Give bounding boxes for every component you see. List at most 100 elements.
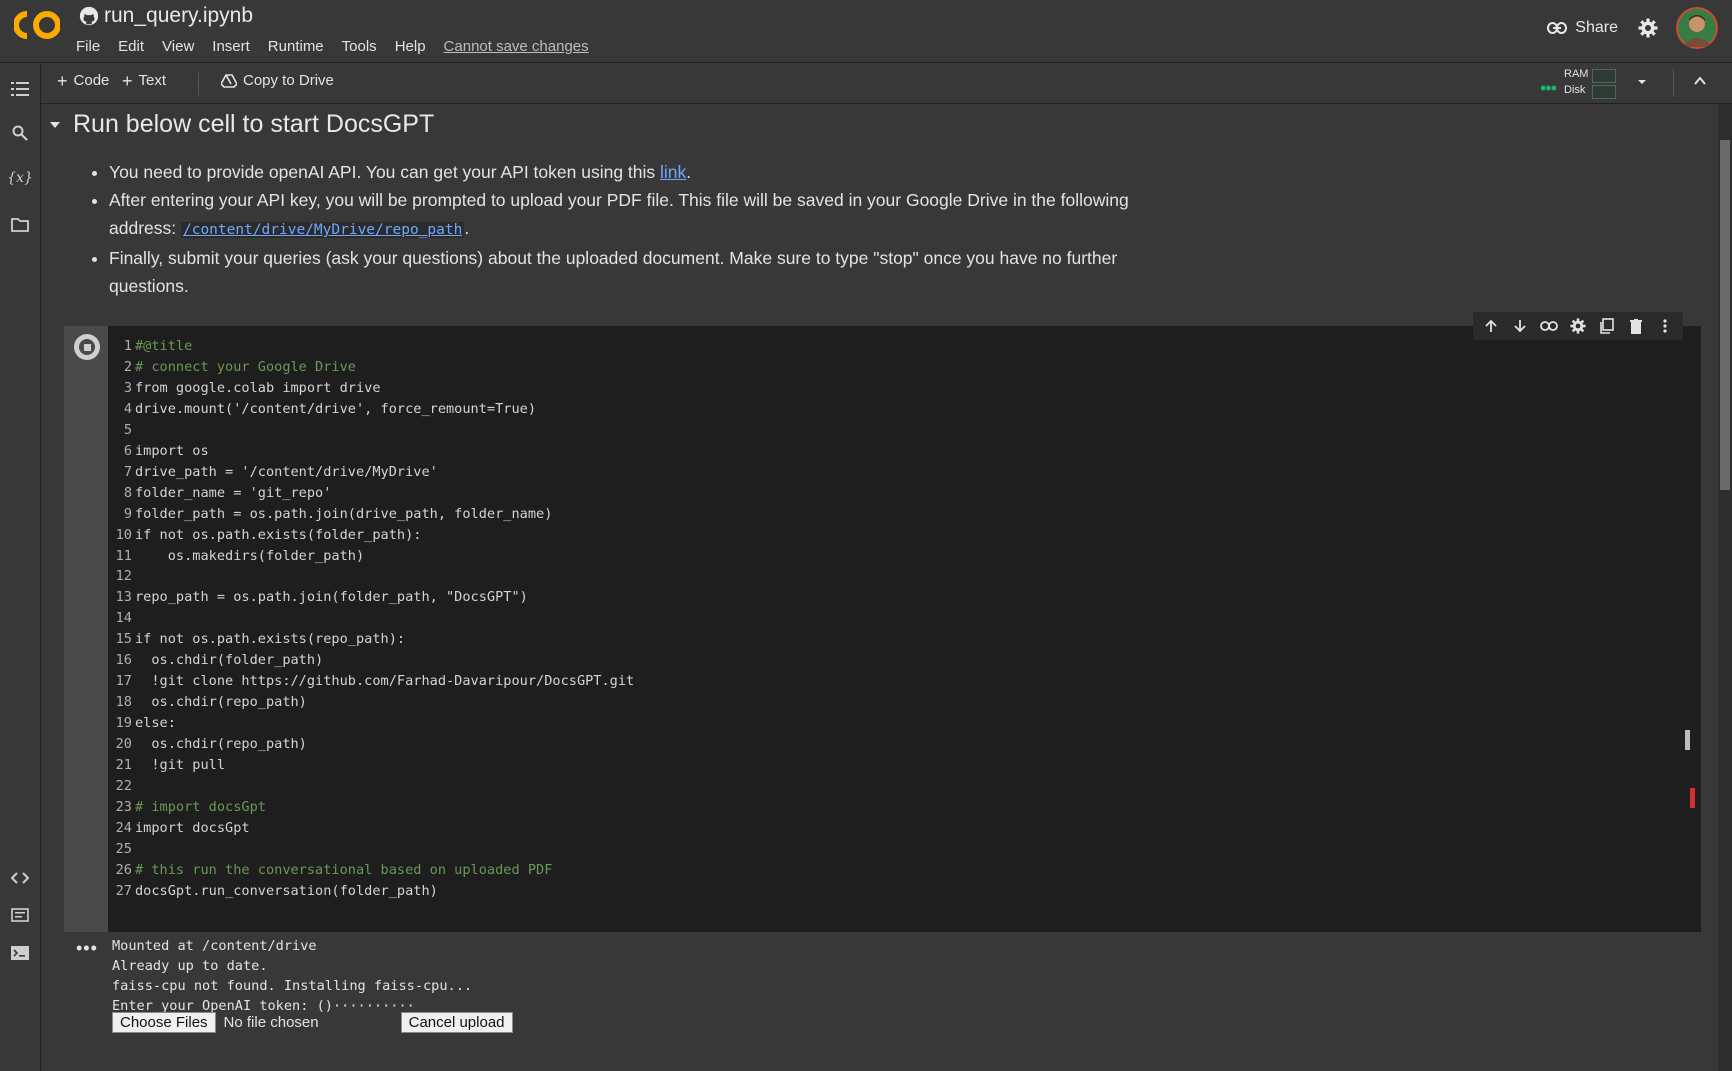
cancel-upload-button[interactable]: Cancel upload (400, 1012, 513, 1033)
bullet-text: Finally, submit your queries (ask your q… (109, 248, 1118, 296)
notebook-title[interactable]: run_query.ipynb (104, 4, 253, 28)
cell-gutter (64, 326, 108, 932)
terminal-icon[interactable] (9, 942, 31, 964)
code-cell[interactable]: 1 #@title 2 # connect your Google Drive 3f… (64, 312, 1701, 932)
copy-to-drive-button[interactable]: Copy to Drive (221, 72, 334, 89)
output-text: Mounted at /content/drive Already up to … (112, 938, 473, 1014)
share-button[interactable]: Share (1547, 19, 1618, 37)
disk-bar (1592, 85, 1616, 99)
code-line: 3 from google.colab import drive (123, 379, 381, 396)
ram-bar (1592, 69, 1616, 83)
add-code-button[interactable]: + Code (57, 72, 109, 90)
share-label: Share (1575, 19, 1618, 36)
code-line: 6 import os (123, 442, 209, 459)
chevron-down-icon[interactable] (1636, 76, 1648, 88)
code-line: 13 repo_path = os.path.join(folder_path, … (115, 589, 528, 606)
menu-view[interactable]: View (162, 38, 203, 55)
variables-icon[interactable]: {x} (7, 167, 33, 189)
colab-window: run_query.ipynb File Edit View Insert Ru… (0, 0, 1732, 1071)
add-text-label: Text (138, 72, 167, 89)
cell-output: ••• Mounted at /content/drive Already up… (64, 932, 1701, 1071)
link-icon (1547, 22, 1568, 34)
menu-file[interactable]: File (76, 38, 109, 55)
settings-icon[interactable] (1568, 316, 1588, 336)
code-line: 11 os.makedirs(folder_path) (115, 547, 365, 564)
bullet-end: . (464, 218, 470, 238)
code-line: 7 drive_path = '/content/drive/MyDrive' (123, 463, 438, 480)
menu-tools[interactable]: Tools (342, 38, 386, 55)
search-icon[interactable] (9, 122, 31, 144)
code-line: 18 os.chdir(repo_path) (115, 694, 307, 711)
upload-row: Choose Files No file chosen Cancel uploa… (112, 1012, 513, 1033)
run-stop-icon (79, 339, 95, 355)
menu-runtime[interactable]: Runtime (268, 38, 333, 55)
code-line: 21 !git pull (115, 757, 226, 774)
bullet-text: You need to provide openAI API. You can … (109, 162, 661, 182)
resource-monitor[interactable]: ••• RAM Disk (1540, 68, 1670, 100)
code-line: 9 folder_path = os.path.join(drive_path, … (123, 505, 553, 522)
code-snippets-icon[interactable] (9, 867, 31, 889)
cannot-save-link[interactable]: Cannot save changes (444, 38, 598, 55)
toolbar-divider (1673, 69, 1674, 97)
toc-icon[interactable] (9, 78, 31, 100)
code-line: 2 # connect your Google Drive (123, 358, 356, 375)
code-line: 5 (123, 421, 132, 438)
add-text-button[interactable]: + Text (122, 70, 167, 91)
menu-insert[interactable]: Insert (212, 38, 259, 55)
repo-path-code[interactable]: /content/drive/MyDrive/repo_path (180, 222, 465, 238)
delete-icon[interactable] (1626, 316, 1646, 336)
arrow-up-icon[interactable] (1481, 316, 1501, 336)
section-title: Run below cell to start DocsGPT (73, 110, 435, 138)
scrollbar-thumb[interactable] (1720, 140, 1730, 490)
code-line: 26 # this run the conversational based on… (115, 861, 553, 878)
output-menu-icon[interactable]: ••• (76, 938, 98, 959)
menu-help[interactable]: Help (395, 38, 435, 55)
vertical-scrollbar[interactable] (1718, 104, 1732, 1071)
code-line: 15 if not os.path.exists(repo_path): (115, 631, 406, 648)
code-line: 27 docsGpt.run_conversation(folder_path) (115, 882, 438, 899)
arrow-down-icon[interactable] (1510, 316, 1530, 336)
folder-icon[interactable] (9, 214, 31, 236)
choose-files-button[interactable]: Choose Files (112, 1012, 216, 1033)
code-line: 19 else: (115, 715, 176, 732)
github-icon (79, 6, 99, 26)
code-line: 14 (115, 610, 132, 627)
command-palette-icon[interactable] (9, 904, 31, 926)
code-line: 25 (115, 840, 132, 857)
error-marker (1690, 788, 1695, 808)
plus-icon: + (122, 70, 133, 91)
instructions-list: You need to provide openAI API. You can … (89, 158, 1189, 300)
mirror-icon[interactable] (1597, 316, 1617, 336)
title-row: run_query.ipynb (78, 4, 253, 28)
code-line: 22 (115, 778, 132, 795)
token-link[interactable]: link (660, 162, 686, 182)
gear-icon[interactable] (1638, 18, 1658, 38)
more-vert-icon[interactable] (1655, 316, 1675, 336)
ram-label: RAM (1564, 68, 1589, 80)
code-line: 8 folder_name = 'git_repo' (123, 484, 332, 501)
notebook-toolbar: + Code + Text Copy to Drive ••• RAM Disk (41, 64, 1732, 104)
app-header: run_query.ipynb File Edit View Insert Ru… (0, 0, 1732, 63)
link-icon[interactable] (1539, 316, 1559, 336)
run-stop-button[interactable] (74, 334, 100, 360)
code-line: 12 (115, 568, 132, 585)
list-item: You need to provide openAI API. You can … (109, 158, 1189, 186)
code-editor[interactable]: 1 #@title 2 # connect your Google Drive 3f… (108, 336, 1688, 902)
connected-dots-icon: ••• (1540, 78, 1557, 98)
code-line: 20 os.chdir(repo_path) (115, 736, 307, 753)
menu-bar: File Edit View Insert Runtime Tools Help… (76, 38, 607, 55)
code-line: 4 drive.mount('/content/drive', force_rem… (123, 400, 537, 417)
colab-logo[interactable] (14, 10, 60, 40)
menu-edit[interactable]: Edit (118, 38, 153, 55)
avatar[interactable] (1676, 7, 1718, 49)
chevron-down-icon[interactable] (49, 119, 61, 131)
code-line: 24 import docsGpt (115, 819, 250, 836)
copy-to-drive-label: Copy to Drive (243, 72, 334, 89)
chevron-up-icon[interactable] (1692, 73, 1708, 89)
notebook-main: Run below cell to start DocsGPT You need… (41, 104, 1718, 1071)
list-item: Finally, submit your queries (ask your q… (109, 244, 1189, 300)
bullet-end: . (686, 162, 692, 182)
code-line: 10 if not os.path.exists(folder_path): (115, 526, 422, 543)
header-actions: Share (1547, 6, 1732, 50)
code-line: 17 !git clone https://github.com/Farhad-… (115, 673, 635, 690)
